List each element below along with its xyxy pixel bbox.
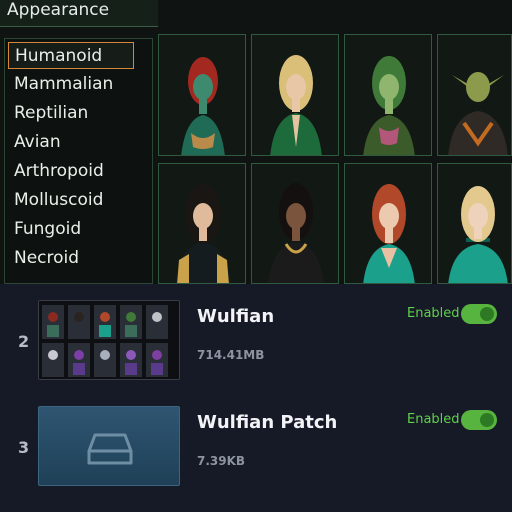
toggle-knob	[480, 307, 494, 321]
appearance-screenshot: Appearance Humanoid Mammalian Reptilian …	[0, 0, 512, 284]
toggle-knob	[480, 413, 494, 427]
mod-name: Wulfian	[197, 306, 275, 327]
mod-status-label: Enabled	[407, 306, 460, 321]
portrait-blonde-teal-dress[interactable]	[437, 163, 512, 284]
species-item-humanoid[interactable]: Humanoid	[8, 42, 134, 69]
portrait-goblin-armor[interactable]	[437, 34, 512, 156]
species-item-reptilian[interactable]: Reptilian	[8, 100, 134, 127]
mod-size: 7.39KB	[197, 454, 246, 468]
appearance-tab-label: Appearance	[7, 0, 110, 20]
species-list: Humanoid Mammalian Reptilian Avian Arthr…	[4, 38, 153, 284]
species-item-mammalian[interactable]: Mammalian	[8, 71, 134, 98]
mod-enabled-toggle[interactable]	[461, 304, 497, 324]
mod-index: 3	[18, 438, 30, 457]
mod-name: Wulfian Patch	[197, 412, 338, 433]
portrait-red-hair-green-skin[interactable]	[158, 34, 246, 156]
drive-icon	[87, 433, 133, 465]
species-item-fungoid[interactable]: Fungoid	[8, 216, 134, 243]
mod-row[interactable]: 2 Wulfian 714.41MB Enabled	[0, 296, 512, 388]
portrait-green-skin-elf[interactable]	[344, 34, 432, 156]
species-item-necroid[interactable]: Necroid	[8, 245, 134, 272]
mod-size: 714.41MB	[197, 348, 265, 362]
mod-row[interactable]: 3 Wulfian Patch 7.39KB Enabled	[0, 402, 512, 494]
mod-thumbnail	[38, 406, 180, 486]
portrait-dark-hair-gold-armor[interactable]	[158, 163, 246, 284]
mod-enabled-toggle[interactable]	[461, 410, 497, 430]
species-item-arthropoid[interactable]: Arthropoid	[8, 158, 134, 185]
mod-index: 2	[18, 332, 30, 351]
portrait-red-hair-teal-dress[interactable]	[344, 163, 432, 284]
species-item-molluscoid[interactable]: Molluscoid	[8, 187, 134, 214]
portrait-black-hair-black-dress[interactable]	[251, 163, 339, 284]
mod-status-label: Enabled	[407, 412, 460, 427]
portrait-grid-thumbnail-icon	[38, 300, 180, 380]
appearance-tab[interactable]: Appearance	[0, 0, 158, 27]
species-item-avian[interactable]: Avian	[8, 129, 134, 156]
portrait-blonde-elf-green-suit[interactable]	[251, 34, 339, 156]
